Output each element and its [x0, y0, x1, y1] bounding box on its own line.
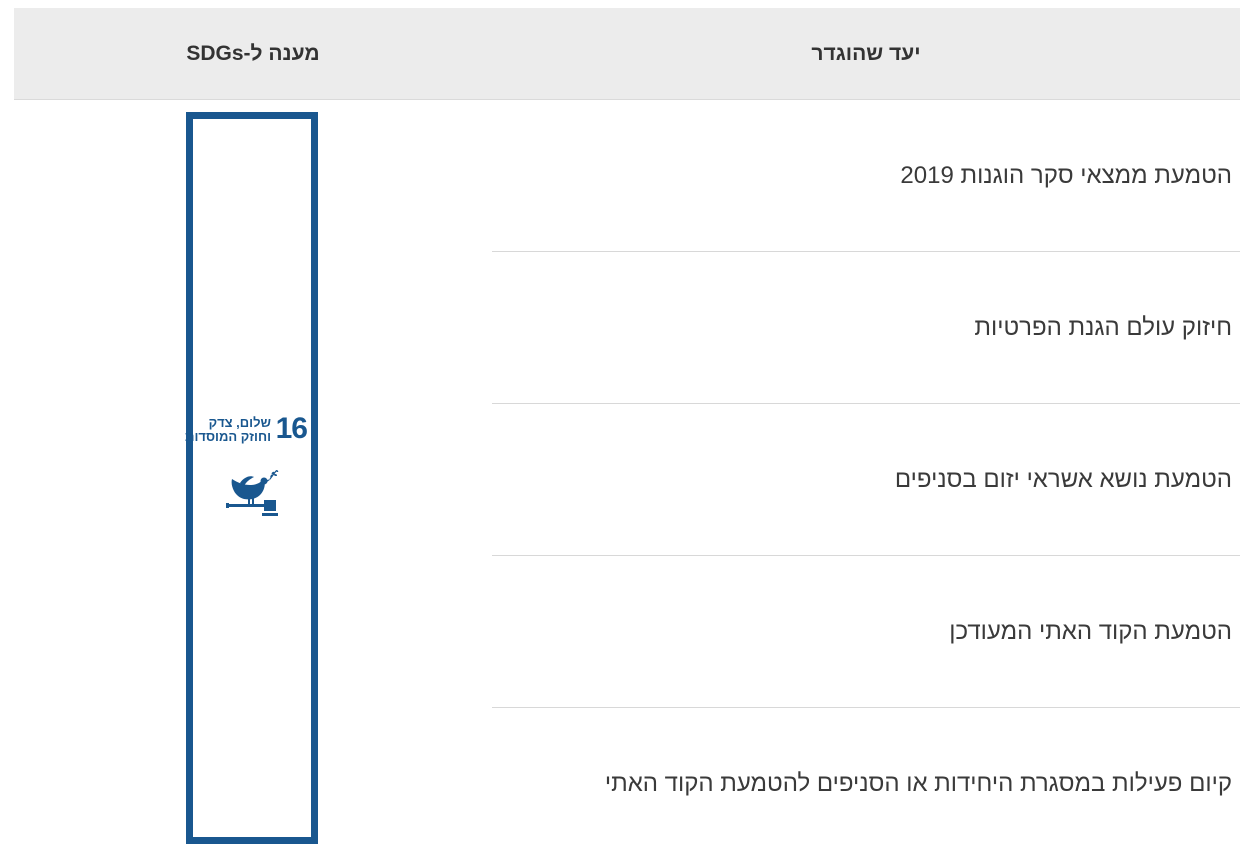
goal-text: חיזוק עולם הגנת הפרטיות: [974, 314, 1232, 341]
sdg-label: שלום, צדק וחוזק המוסדות: [151, 416, 271, 444]
sdg-number: 16: [275, 412, 308, 445]
goals-table: מענה ל-SDGs יעד שהוגדר הטמעת ממצאי סקר ה…: [14, 8, 1240, 852]
table-row: הטמעת הקוד האתי המעודכן: [492, 556, 1240, 708]
table-row: הטמעת נושא אשראי יזום בסניפים: [492, 404, 1240, 556]
goal-text: הטמעת ממצאי סקר הוגנות 2019: [900, 162, 1232, 189]
table-row: הטמעת ממצאי סקר הוגנות 2019: [492, 100, 1240, 252]
header-sdg-response: מענה ל-SDGs: [186, 42, 320, 65]
sdg-16-badge: 16 שלום, צדק וחוזק המוסדות: [185, 112, 318, 844]
table-row: חיזוק עולם הגנת הפרטיות: [492, 252, 1240, 404]
header-defined-goal: יעד שהוגדר: [811, 42, 921, 65]
goal-text: הטמעת הקוד האתי המעודכן: [949, 618, 1232, 645]
sdg-label-line2: וחוזק המוסדות: [185, 429, 271, 444]
table-row: קיום פעילות במסגרת היחידות או הסניפים לה…: [492, 708, 1240, 859]
dove-gavel-icon: [226, 470, 279, 516]
sdg-label-line1: שלום, צדק: [208, 415, 271, 430]
table-header: מענה ל-SDGs יעד שהוגדר: [14, 8, 1240, 100]
goal-text: הטמעת נושא אשראי יזום בסניפים: [894, 466, 1232, 493]
goal-text: קיום פעילות במסגרת היחידות או הסניפים לה…: [604, 770, 1232, 797]
